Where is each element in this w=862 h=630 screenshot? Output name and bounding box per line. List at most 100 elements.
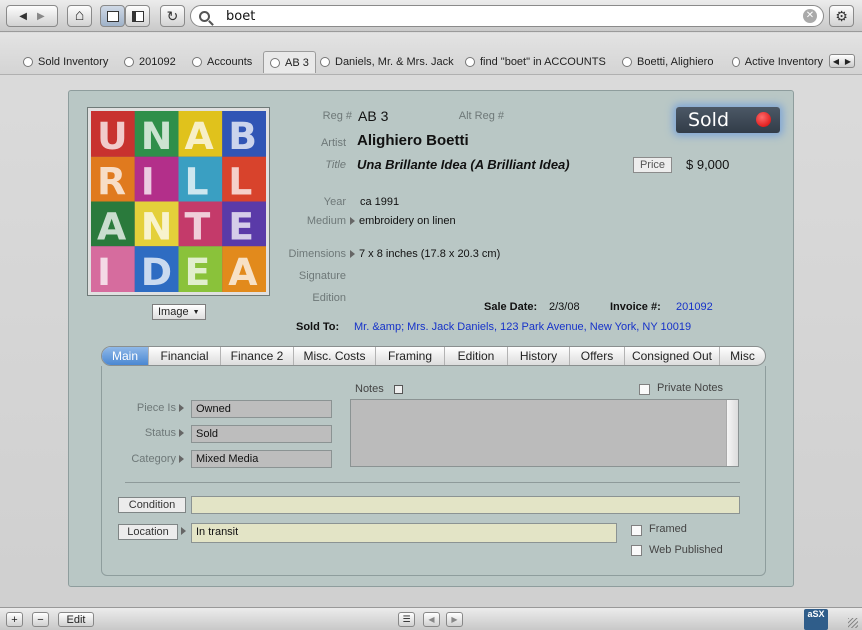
category-label: Category: [131, 453, 176, 465]
location-button[interactable]: Location: [118, 524, 178, 540]
tab-finance-2[interactable]: Finance 2: [221, 347, 294, 365]
tab-radio-icon: [124, 57, 134, 67]
remove-record-button[interactable]: −: [32, 612, 49, 627]
framed-checkbox[interactable]: [631, 525, 642, 536]
svg-text:T: T: [184, 204, 210, 248]
tab-radio-icon: [732, 57, 740, 67]
reload-icon: ↻: [166, 7, 179, 24]
status-field[interactable]: Sold: [191, 425, 332, 443]
svg-text:R: R: [97, 160, 126, 204]
window-tab-201092[interactable]: 201092: [118, 51, 182, 73]
notes-textarea[interactable]: [350, 399, 739, 467]
tab-edition[interactable]: Edition: [445, 347, 508, 365]
sold-to-link[interactable]: Mr. &amp; Mrs. Jack Daniels, 123 Park Av…: [354, 321, 691, 333]
artist-value[interactable]: Alighiero Boetti: [357, 132, 469, 149]
window-tab-daniels[interactable]: Daniels, Mr. & Mrs. Jack: [314, 51, 460, 73]
condition-button[interactable]: Condition: [118, 497, 186, 513]
tab-misc-costs[interactable]: Misc. Costs: [294, 347, 376, 365]
tab-offers[interactable]: Offers: [570, 347, 625, 365]
previous-record-button[interactable]: ◀: [423, 612, 440, 627]
artwork-thumbnail[interactable]: UNAB RILL ANTE IDEA: [87, 107, 270, 296]
private-notes-checkbox[interactable]: [639, 384, 650, 395]
back-forward-button[interactable]: ◀ ▶: [6, 5, 58, 27]
category-field[interactable]: Mixed Media: [191, 450, 332, 468]
reload-button[interactable]: ↻: [160, 5, 185, 27]
clear-search-icon[interactable]: ✕: [803, 9, 817, 23]
svg-text:B: B: [228, 114, 257, 158]
disclosure-triangle-icon[interactable]: [179, 429, 184, 437]
window-tab-find-boet[interactable]: find "boet" in ACCOUNTS: [459, 51, 612, 73]
dimensions-field[interactable]: 7 x 8 inches (17.8 x 20.3 cm): [350, 248, 500, 260]
tab-radio-icon: [23, 57, 33, 67]
next-record-button[interactable]: ▶: [446, 612, 463, 627]
svg-text:N: N: [141, 204, 173, 248]
framed-label: Framed: [649, 523, 687, 535]
list-view-button[interactable]: ☰: [398, 612, 415, 627]
tab-framing[interactable]: Framing: [376, 347, 445, 365]
notes-scrollbar[interactable]: [726, 400, 738, 466]
title-value[interactable]: Una Brillante Idea (A Brilliant Idea): [357, 157, 570, 172]
svg-text:L: L: [184, 160, 208, 204]
search-input[interactable]: [222, 7, 782, 25]
price-value: $ 9,000: [686, 157, 730, 172]
medium-field[interactable]: embroidery on linen: [350, 215, 456, 227]
disclosure-triangle-icon[interactable]: [179, 455, 184, 463]
single-view-button[interactable]: [100, 5, 125, 27]
window-tab-boetti[interactable]: Boetti, Alighiero: [616, 51, 719, 73]
reg-value[interactable]: AB 3: [358, 108, 388, 124]
web-published-label: Web Published: [649, 544, 723, 556]
search-icon: [199, 10, 214, 26]
back-icon[interactable]: ◀: [19, 11, 27, 22]
section-divider: [125, 482, 740, 483]
year-value[interactable]: ca 1991: [360, 196, 399, 208]
edit-button[interactable]: Edit: [58, 612, 94, 627]
artist-label: Artist: [320, 137, 346, 149]
tab-financial[interactable]: Financial: [149, 347, 221, 365]
split-view-button[interactable]: [125, 5, 150, 27]
condition-field[interactable]: [191, 496, 740, 514]
invoice-link[interactable]: 201092: [676, 301, 713, 313]
tab-radio-icon: [622, 57, 632, 67]
expand-notes-icon[interactable]: [394, 385, 403, 394]
record-tab-bar: Main Financial Finance 2 Misc. Costs Fra…: [101, 346, 766, 366]
home-button[interactable]: ⌂: [67, 5, 92, 27]
image-menu-button[interactable]: Image ▼: [152, 304, 206, 320]
tab-scroll-arrows[interactable]: ◀ ▶: [829, 54, 855, 68]
tab-misc[interactable]: Misc: [720, 347, 765, 365]
window-tab-sold-inventory[interactable]: Sold Inventory: [17, 51, 114, 73]
svg-text:A: A: [184, 114, 214, 158]
window-tab-ab3[interactable]: AB 3: [263, 51, 316, 73]
scroll-right-icon[interactable]: ▶: [845, 57, 851, 66]
scroll-left-icon[interactable]: ◀: [833, 57, 839, 66]
add-record-button[interactable]: +: [6, 612, 23, 627]
price-button[interactable]: Price: [633, 157, 672, 173]
bottom-toolbar: + − Edit ☰ ◀ ▶ aSX: [0, 607, 862, 630]
reg-label: Reg #: [322, 110, 352, 122]
piece-is-field[interactable]: Owned: [191, 400, 332, 418]
window-tab-accounts[interactable]: Accounts: [186, 51, 258, 73]
tab-main[interactable]: Main: [102, 347, 149, 365]
svg-text:A: A: [228, 250, 258, 292]
settings-button[interactable]: ⚙: [829, 5, 854, 27]
home-icon: ⌂: [74, 7, 85, 24]
disclosure-triangle-icon[interactable]: [350, 217, 355, 226]
location-field[interactable]: In transit: [191, 523, 617, 543]
search-box[interactable]: ✕: [190, 5, 824, 27]
status-badge: Sold: [676, 107, 780, 133]
window-tab-active-inventory[interactable]: Active Inventory: [726, 51, 829, 73]
disclosure-triangle-icon[interactable]: [350, 250, 355, 259]
disclosure-triangle-icon[interactable]: [179, 404, 184, 412]
resize-grip-icon[interactable]: [848, 618, 858, 628]
web-published-checkbox[interactable]: [631, 545, 642, 556]
status-badge-label: Sold: [688, 109, 730, 131]
previous-icon: ◀: [428, 615, 435, 624]
tab-consigned-out[interactable]: Consigned Out: [625, 347, 720, 365]
svg-text:D: D: [141, 250, 172, 292]
svg-text:N: N: [141, 114, 173, 158]
tab-radio-icon: [270, 57, 280, 68]
disclosure-triangle-icon[interactable]: [181, 527, 186, 535]
window-tab-strip: Sold Inventory 201092 Accounts AB 3 Dani…: [0, 33, 862, 75]
title-label: Title: [325, 159, 346, 171]
forward-icon[interactable]: ▶: [37, 11, 45, 22]
tab-history[interactable]: History: [508, 347, 570, 365]
